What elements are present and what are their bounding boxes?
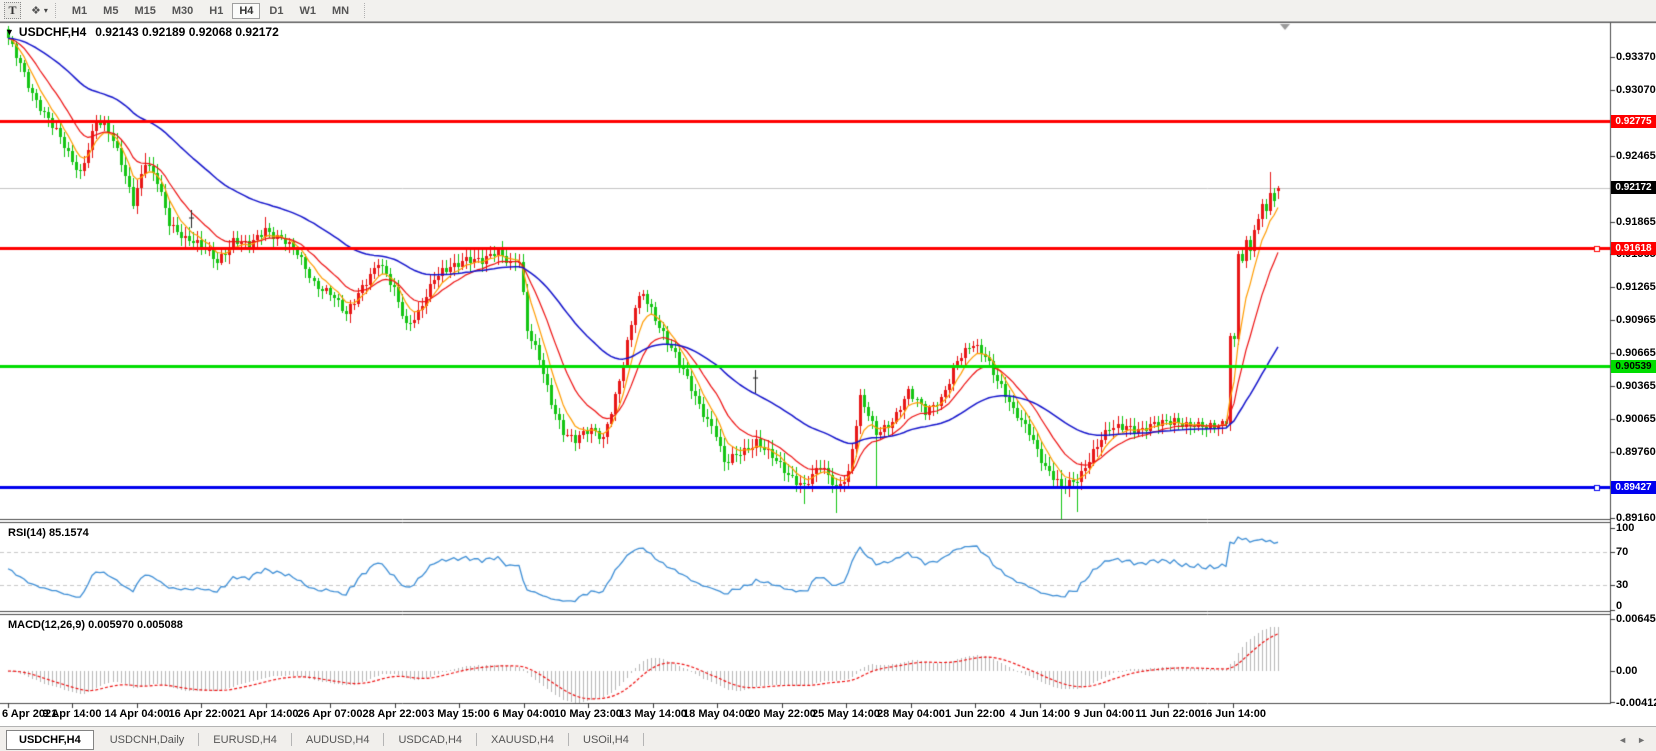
macd-indicator-label: MACD(12,26,9) 0.005970 0.005088 [8, 619, 183, 631]
chart-tab-eurusd[interactable]: EURUSD,H4 [201, 731, 289, 749]
price-tick-label: 0.93370 [1616, 51, 1656, 63]
rsi-indicator-label: RSI(14) 85.1574 [8, 527, 89, 539]
timeframe-button-m5[interactable]: M5 [96, 3, 125, 19]
price-tick-label: 0.93070 [1616, 84, 1656, 96]
macd-tick-label: -0.004129 [1616, 697, 1656, 709]
tab-separator [476, 733, 477, 746]
rsi-tick-label: 30 [1616, 579, 1656, 591]
tab-separator [643, 733, 644, 746]
price-tick-label: 0.90965 [1616, 314, 1656, 326]
price-line-badge: 0.92775 [1611, 115, 1656, 128]
chart-tab-bar: USDCHF,H4USDCNH,DailyEURUSD,H4AUDUSD,H4U… [0, 726, 1656, 751]
price-line-badge: 0.89427 [1611, 481, 1656, 494]
tab-separator [198, 733, 199, 746]
tab-list: USDCHF,H4USDCNH,DailyEURUSD,H4AUDUSD,H4U… [0, 730, 646, 750]
price-tick-label: 0.91865 [1616, 216, 1656, 228]
rsi-tick-label: 0 [1616, 600, 1656, 612]
timeframe-button-h1[interactable]: H1 [202, 3, 230, 19]
macd-tick-label: 0.006451 [1616, 613, 1656, 625]
timeframe-button-h4[interactable]: H4 [232, 3, 260, 19]
macd-tick-label: 0.00 [1616, 665, 1656, 677]
time-axis-label: 16 Jun 14:00 [1188, 708, 1278, 720]
price-tick-label: 0.90065 [1616, 413, 1656, 425]
timeframe-button-d1[interactable]: D1 [262, 3, 290, 19]
tab-scroll-left-icon[interactable]: ◄ [1618, 735, 1627, 745]
timeframe-button-mn[interactable]: MN [325, 3, 356, 19]
price-tick-label: 0.91265 [1616, 281, 1656, 293]
chart-tab-usdchf[interactable]: USDCHF,H4 [6, 730, 94, 750]
symbol-dropdown-icon[interactable]: ▼ [5, 27, 14, 37]
ohlc-values: 0.92143 0.92189 0.92068 0.92172 [95, 25, 279, 39]
chart-tab-usoil[interactable]: USOil,H4 [571, 731, 641, 749]
text-tool-button[interactable]: T [4, 2, 21, 19]
tab-separator [383, 733, 384, 746]
timeframe-button-m30[interactable]: M30 [165, 3, 200, 19]
toolbar-separator [55, 3, 57, 18]
price-tick-label: 0.89760 [1616, 446, 1656, 458]
tab-separator [291, 733, 292, 746]
rsi-tick-label: 70 [1616, 546, 1656, 558]
toolbar-separator [364, 3, 366, 18]
timeframe-button-w1[interactable]: W1 [292, 3, 323, 19]
chart-tab-xauusd[interactable]: XAUUSD,H4 [479, 731, 566, 749]
chart-tab-audusd[interactable]: AUDUSD,H4 [294, 731, 382, 749]
chevron-down-icon[interactable]: ▾ [44, 6, 48, 15]
chart-tab-usdcad[interactable]: USDCAD,H4 [386, 731, 474, 749]
chart-title: ▼ USDCHF,H4 0.92143 0.92189 0.92068 0.92… [5, 25, 279, 39]
price-tick-label: 0.90365 [1616, 380, 1656, 392]
timeframe-button-m15[interactable]: M15 [127, 3, 162, 19]
chart-tab-usdcnh[interactable]: USDCNH,Daily [98, 731, 197, 749]
tab-scroll-right-icon[interactable]: ► [1637, 735, 1646, 745]
tab-scroll-arrows: ◄ ► [1618, 735, 1646, 745]
price-line-badge: 0.91618 [1611, 242, 1656, 255]
price-tick-label: 0.90665 [1616, 347, 1656, 359]
current-price-badge: 0.92172 [1611, 181, 1656, 194]
objects-icon[interactable]: ❖ [31, 4, 41, 17]
symbol-label: USDCHF,H4 [19, 25, 86, 39]
timeframe-button-group: M1M5M15M30H1H4D1W1MN [64, 3, 357, 19]
price-line-badge: 0.90539 [1611, 360, 1656, 373]
price-tick-label: 0.92465 [1616, 150, 1656, 162]
rsi-tick-label: 100 [1616, 522, 1656, 534]
tab-separator [568, 733, 569, 746]
timeframe-button-m1[interactable]: M1 [65, 3, 94, 19]
top-toolbar: T ❖ ▾ M1M5M15M30H1H4D1W1MN [0, 0, 1656, 22]
chart-canvas[interactable] [0, 0, 1656, 751]
